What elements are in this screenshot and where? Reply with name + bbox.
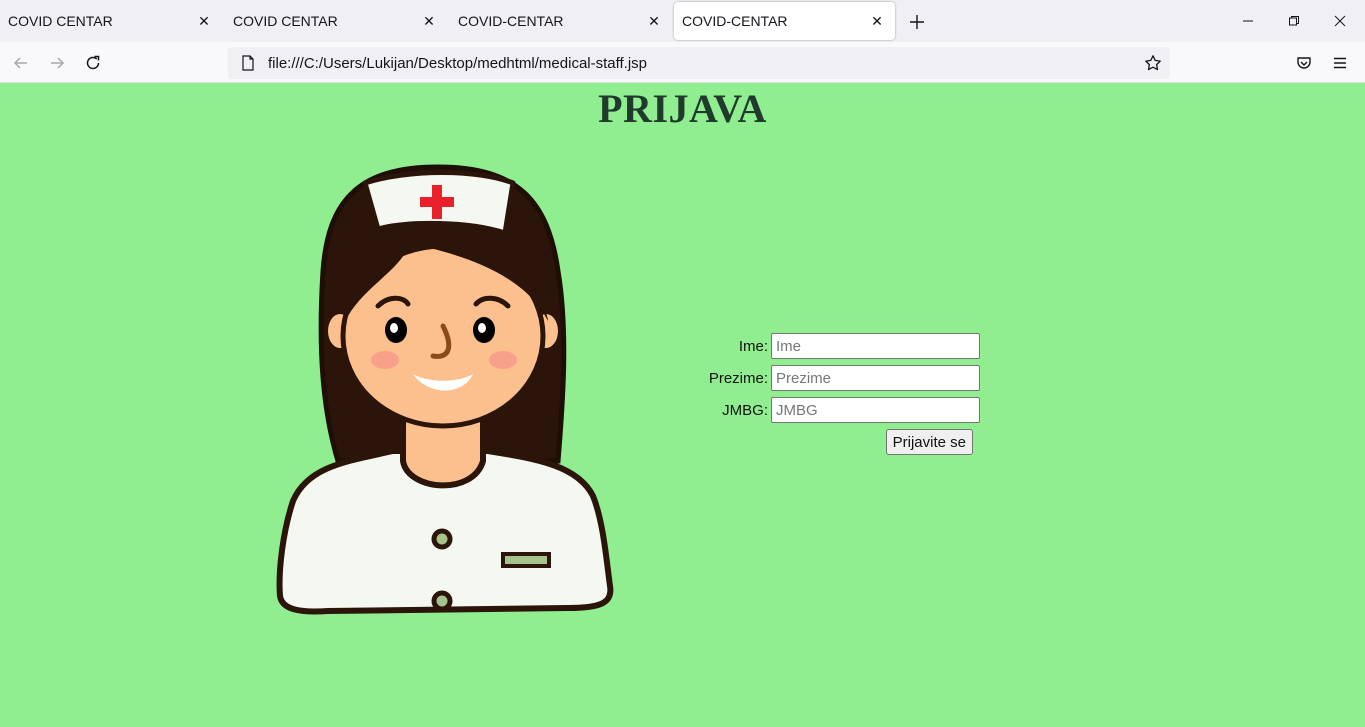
prijavite-se-button[interactable]: Prijavite se	[885, 429, 973, 455]
jmbg-label: JMBG:	[722, 401, 768, 419]
browser-tab-3[interactable]: COVID-CENTAR ✕	[450, 2, 672, 40]
tab-title: COVID CENTAR	[8, 13, 113, 29]
tab-close-icon[interactable]: ✕	[642, 9, 666, 33]
window-minimize-icon[interactable]	[1225, 0, 1271, 42]
prezime-input[interactable]	[771, 365, 980, 391]
form-row-jmbg: JMBG:	[690, 394, 980, 426]
window-close-icon[interactable]	[1317, 0, 1363, 42]
tab-close-icon[interactable]: ✕	[865, 9, 889, 33]
tab-title: COVID CENTAR	[233, 13, 338, 29]
back-arrow-icon[interactable]	[6, 48, 36, 78]
form-row-prezime: Prezime:	[690, 362, 980, 394]
ime-label: Ime:	[738, 337, 768, 355]
new-tab-plus-icon[interactable]	[903, 8, 931, 36]
tab-strip: COVID CENTAR ✕ COVID CENTAR ✕ COVID-CENT…	[0, 0, 1365, 42]
page-icon	[234, 55, 262, 71]
tab-title: COVID-CENTAR	[682, 13, 788, 29]
reload-icon[interactable]	[78, 48, 108, 78]
browser-tab-2[interactable]: COVID CENTAR ✕	[225, 2, 447, 40]
nurse-illustration	[268, 161, 618, 616]
hamburger-menu-icon[interactable]	[1325, 48, 1355, 78]
jmbg-input[interactable]	[771, 397, 980, 423]
tab-close-icon[interactable]: ✕	[417, 9, 441, 33]
bookmark-star-icon[interactable]	[1138, 48, 1168, 78]
pocket-icon[interactable]	[1289, 48, 1319, 78]
prezime-label: Prezime:	[708, 369, 768, 387]
window-restore-icon[interactable]	[1271, 0, 1317, 42]
tab-close-icon[interactable]: ✕	[192, 9, 216, 33]
page-content: PRIJAVA Ime: Ime Prezime: Prezime JMBG: …	[0, 83, 1365, 727]
forward-arrow-icon[interactable]	[42, 48, 72, 78]
address-bar[interactable]: file:///C:/Users/Lukijan/Desktop/medhtml…	[228, 47, 1170, 79]
ime-input[interactable]	[771, 333, 980, 359]
navigation-toolbar: file:///C:/Users/Lukijan/Desktop/medhtml…	[0, 42, 1365, 83]
browser-tab-4-active[interactable]: COVID-CENTAR ✕	[674, 2, 895, 40]
login-form: Ime: Prezime: JMBG: Prijavite se	[690, 330, 980, 458]
submit-row: Prijavite se	[690, 426, 980, 458]
tab-title: COVID-CENTAR	[458, 13, 564, 29]
page-title: PRIJAVA	[598, 86, 767, 131]
url-text[interactable]: file:///C:/Users/Lukijan/Desktop/medhtml…	[262, 55, 1138, 72]
form-row-ime: Ime:	[690, 330, 980, 362]
browser-tab-1[interactable]: COVID CENTAR ✕	[0, 2, 222, 40]
